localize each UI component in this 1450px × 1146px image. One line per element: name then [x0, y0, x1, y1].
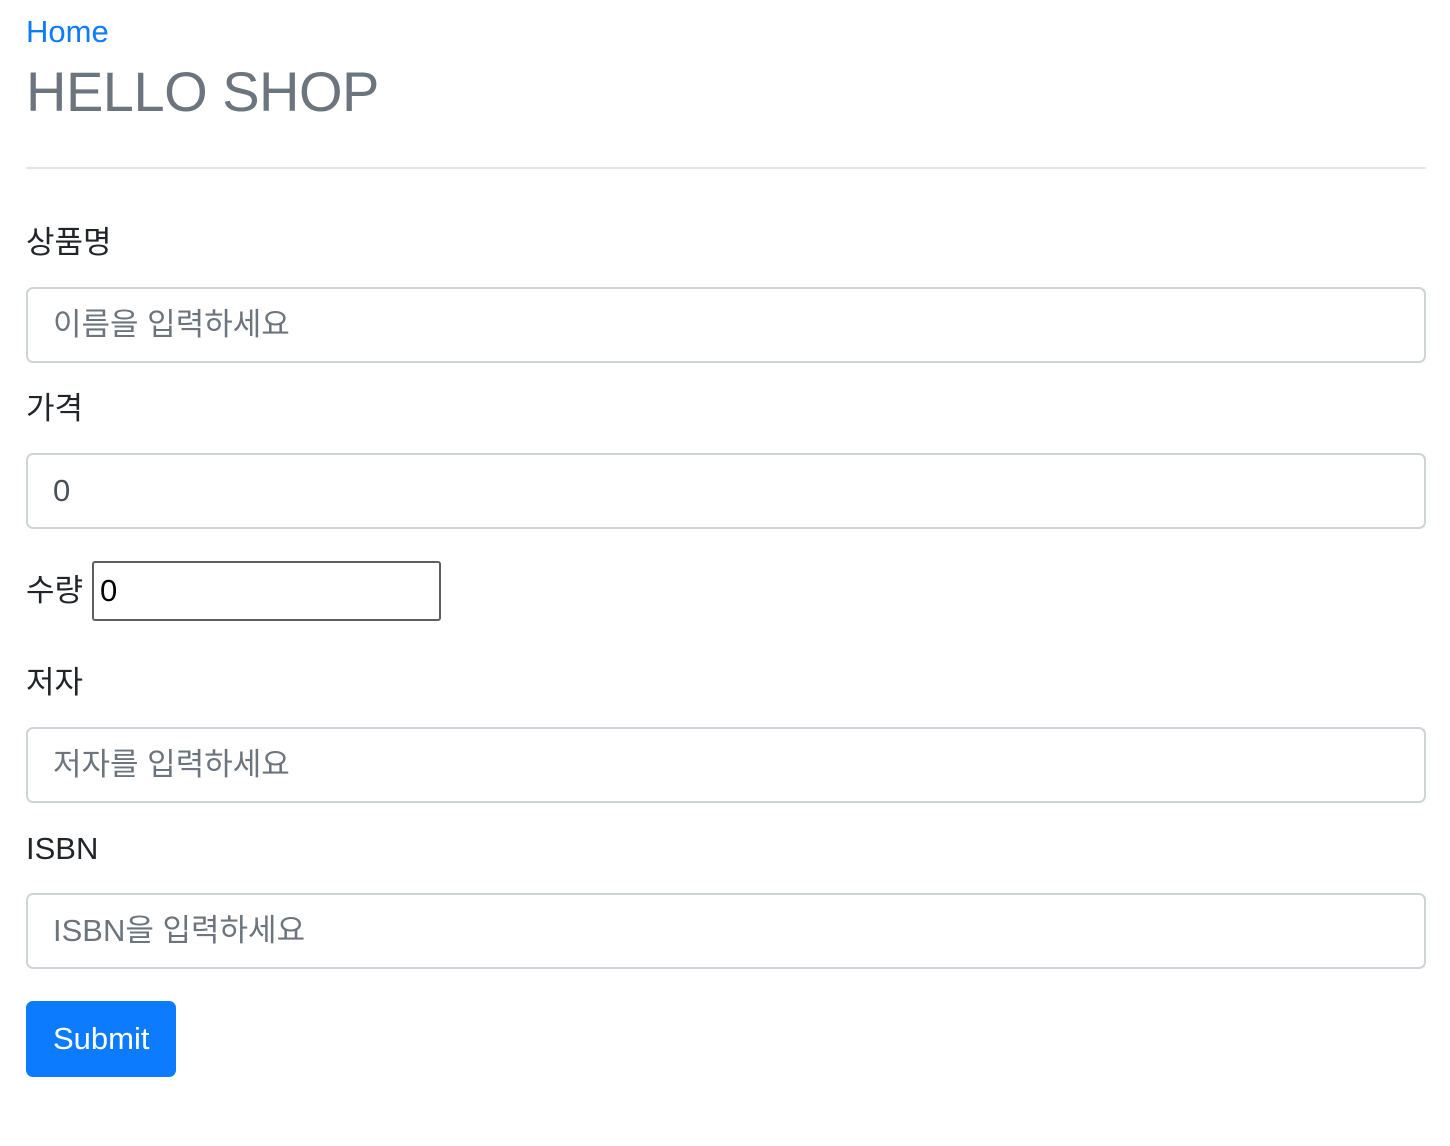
- quantity-field-group: 수량: [26, 561, 1426, 621]
- header-divider: [26, 167, 1426, 169]
- author-field-group: 저자: [26, 663, 1426, 803]
- author-input[interactable]: [26, 727, 1426, 803]
- name-field-group: 상품명: [26, 223, 1426, 363]
- home-link[interactable]: Home: [26, 12, 109, 52]
- page-title: HELLO SHOP: [26, 60, 379, 123]
- isbn-label: ISBN: [26, 831, 99, 866]
- isbn-field-group: ISBN: [26, 829, 1426, 969]
- submit-button[interactable]: Submit: [26, 1001, 177, 1077]
- quantity-label: 수량: [26, 573, 84, 608]
- isbn-input[interactable]: [26, 893, 1426, 969]
- item-form: 상품명 가격 수량 저자 ISBN Submit: [26, 223, 1426, 1077]
- author-label: 저자: [26, 665, 84, 700]
- name-input[interactable]: [26, 287, 1426, 363]
- price-field-group: 가격: [26, 389, 1426, 529]
- page-container: Home HELLO SHOP 상품명 가격 수량 저자 ISBN Submit: [26, 0, 1426, 1077]
- price-input[interactable]: [26, 453, 1426, 529]
- name-label: 상품명: [26, 225, 112, 260]
- price-label: 가격: [26, 391, 84, 426]
- quantity-input[interactable]: [92, 561, 442, 621]
